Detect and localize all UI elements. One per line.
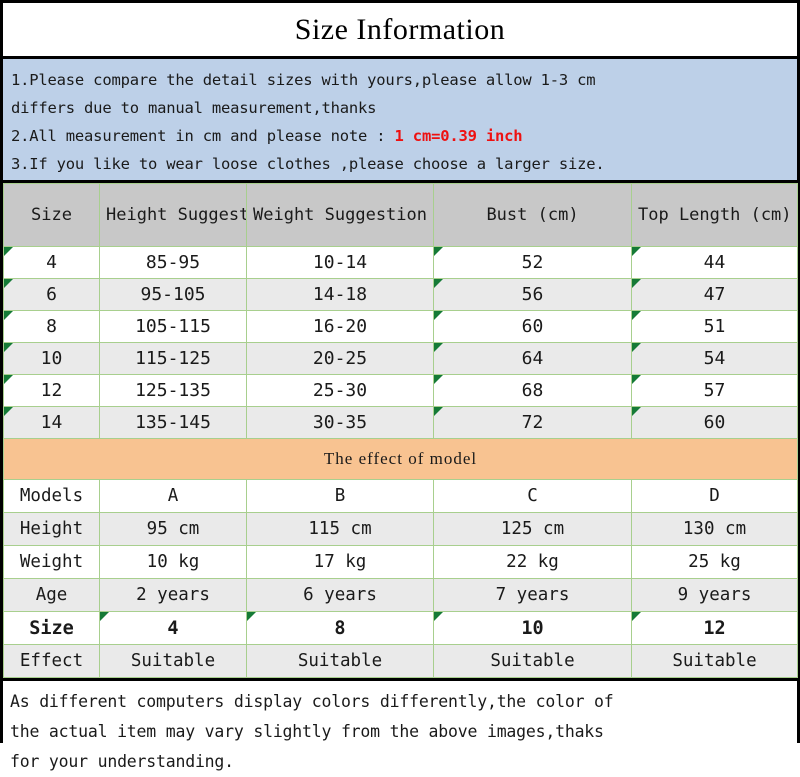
cell-weight: 10-14	[246, 246, 434, 279]
cell-height: 135-145	[99, 406, 247, 439]
cell-top-length: 60	[631, 406, 798, 439]
model-row-models: Models A B C D	[3, 479, 798, 513]
cell-height-b: 115 cm	[246, 512, 434, 546]
cell-effect-c: Suitable	[433, 644, 632, 678]
column-header-size: Size	[3, 183, 100, 247]
cell-age-d: 9 years	[631, 578, 798, 612]
cell-age-c: 7 years	[433, 578, 632, 612]
cell-height-a: 95 cm	[99, 512, 247, 546]
cell-height: 85-95	[99, 246, 247, 279]
footer-line-3: for your understanding.	[10, 752, 234, 771]
cell-weight-c: 22 kg	[433, 545, 632, 579]
table-row: 14 135-145 30-35 72 60	[3, 406, 798, 439]
cell-size: 10	[3, 342, 100, 375]
cell-weight: 14-18	[246, 278, 434, 311]
cell-size-b: 8	[246, 611, 434, 645]
cell-effect-b: Suitable	[246, 644, 434, 678]
model-row-weight: Weight 10 kg 17 kg 22 kg 25 kg	[3, 545, 798, 579]
size-table: Size Height Suggestion(cm) Weight Sugges…	[3, 183, 798, 678]
cell-height-d: 130 cm	[631, 512, 798, 546]
notice-line-2: 2.All measurement in cm and please note …	[11, 122, 789, 150]
cell-bust: 52	[433, 246, 632, 279]
column-header-bust: Bust (cm)	[433, 183, 632, 247]
cell-height: 95-105	[99, 278, 247, 311]
cell-top-length: 57	[631, 374, 798, 407]
cell-size: 14	[3, 406, 100, 439]
cell-model-c: C	[433, 479, 632, 513]
cell-top-length: 51	[631, 310, 798, 343]
cell-size-c: 10	[433, 611, 632, 645]
model-row-age: Age 2 years 6 years 7 years 9 years	[3, 578, 798, 612]
cell-weight: 30-35	[246, 406, 434, 439]
model-section-banner: The effect of model	[3, 438, 798, 480]
footer-line-1: As different computers display colors di…	[10, 692, 614, 711]
cell-size-d: 12	[631, 611, 798, 645]
cell-bust: 68	[433, 374, 632, 407]
cell-effect-a: Suitable	[99, 644, 247, 678]
cell-bust: 64	[433, 342, 632, 375]
page-title: Size Information	[294, 12, 506, 46]
column-header-weight-label: Weight Suggestion(kg)	[253, 205, 428, 225]
notice-line-3: 3.If you like to wear loose clothes ,ple…	[11, 155, 605, 173]
row-label-size: Size	[3, 611, 100, 645]
table-row: 12 125-135 25-30 68 57	[3, 374, 798, 407]
cell-weight-d: 25 kg	[631, 545, 798, 579]
row-label-height: Height	[3, 512, 100, 546]
row-label-weight: Weight	[3, 545, 100, 579]
size-table-header-row: Size Height Suggestion(cm) Weight Sugges…	[3, 183, 798, 247]
cell-model-b: B	[246, 479, 434, 513]
cell-top-length: 44	[631, 246, 798, 279]
cell-bust: 56	[433, 278, 632, 311]
cell-size: 4	[3, 246, 100, 279]
column-header-weight: Weight Suggestion(kg)	[246, 183, 434, 247]
table-row: 10 115-125 20-25 64 54	[3, 342, 798, 375]
conversion-highlight: 1 cm=0.39 inch	[394, 127, 523, 145]
cell-weight-b: 17 kg	[246, 545, 434, 579]
footer-disclaimer: As different computers display colors di…	[3, 678, 797, 777]
cell-model-d: D	[631, 479, 798, 513]
title-bar: Size Information	[3, 3, 797, 59]
cell-age-b: 6 years	[246, 578, 434, 612]
model-row-height: Height 95 cm 115 cm 125 cm 130 cm	[3, 512, 798, 546]
table-row: 8 105-115 16-20 60 51	[3, 310, 798, 343]
cell-model-a: A	[99, 479, 247, 513]
cell-weight: 25-30	[246, 374, 434, 407]
cell-size: 6	[3, 278, 100, 311]
notice-line-1b: differs due to manual measurement,thanks	[11, 99, 377, 117]
notice-block: 1.Please compare the detail sizes with y…	[3, 59, 797, 183]
cell-height: 105-115	[99, 310, 247, 343]
cell-top-length: 54	[631, 342, 798, 375]
model-row-size: Size 4 8 10 12	[3, 611, 798, 645]
cell-top-length: 47	[631, 278, 798, 311]
cell-bust: 72	[433, 406, 632, 439]
cell-age-a: 2 years	[99, 578, 247, 612]
cell-weight: 16-20	[246, 310, 434, 343]
cell-height: 115-125	[99, 342, 247, 375]
column-header-top-length-label: Top Length (cm)	[638, 205, 792, 225]
notice-line-1a: 1.Please compare the detail sizes with y…	[11, 71, 596, 89]
cell-weight-a: 10 kg	[99, 545, 247, 579]
model-row-effect: Effect Suitable Suitable Suitable Suitab…	[3, 644, 798, 678]
cell-size: 8	[3, 310, 100, 343]
column-header-height-label: Height Suggestion(cm)	[106, 205, 247, 225]
cell-height: 125-135	[99, 374, 247, 407]
table-row: 4 85-95 10-14 52 44	[3, 246, 798, 279]
notice-line-2-prefix: 2.All measurement in cm and please note …	[11, 127, 395, 145]
row-label-models: Models	[3, 479, 100, 513]
cell-bust: 60	[433, 310, 632, 343]
cell-size: 12	[3, 374, 100, 407]
cell-effect-d: Suitable	[631, 644, 798, 678]
cell-size-a: 4	[99, 611, 247, 645]
row-label-effect: Effect	[3, 644, 100, 678]
cell-height-c: 125 cm	[433, 512, 632, 546]
column-header-top-length: Top Length (cm)	[631, 183, 798, 247]
size-chart-sheet: Size Information 1.Please compare the de…	[0, 0, 800, 777]
table-row: 6 95-105 14-18 56 47	[3, 278, 798, 311]
column-header-height: Height Suggestion(cm)	[99, 183, 247, 247]
model-section-banner-row: The effect of model	[3, 438, 798, 480]
row-label-age: Age	[3, 578, 100, 612]
cell-weight: 20-25	[246, 342, 434, 375]
